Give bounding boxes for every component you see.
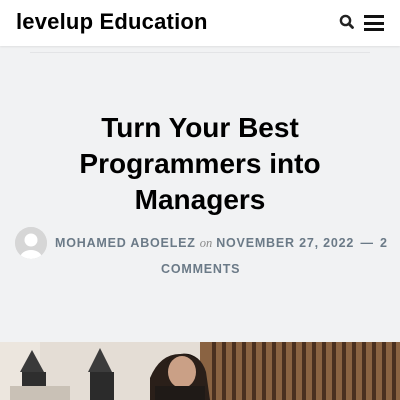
comments-count-link[interactable]: 2 [380,236,388,250]
featured-photo [0,342,400,400]
post-title-line: Programmers into [79,148,321,179]
avatar-placeholder-icon [15,227,47,259]
site-header: levelup Education [0,0,400,46]
site-title[interactable]: levelup Education [16,9,208,35]
search-button[interactable] [337,12,357,32]
hamburger-menu-icon [364,15,384,18]
comments-link[interactable]: COMMENTS [161,262,240,276]
author-link[interactable]: MOHAMED ABOELEZ [55,236,196,250]
post-title-line: Turn Your Best [101,112,299,143]
avatar[interactable] [15,227,47,259]
date-link[interactable]: NOVEMBER 27, 2022 [216,236,354,250]
featured-image [0,342,400,400]
divider [30,52,370,53]
meta-on-word: on [199,236,213,250]
post-title-line: Managers [134,184,266,215]
search-icon [339,14,354,29]
post-title: Turn Your Best Programmers into Managers [20,110,380,218]
meta-separator: — [360,236,374,250]
menu-button[interactable] [362,12,386,34]
